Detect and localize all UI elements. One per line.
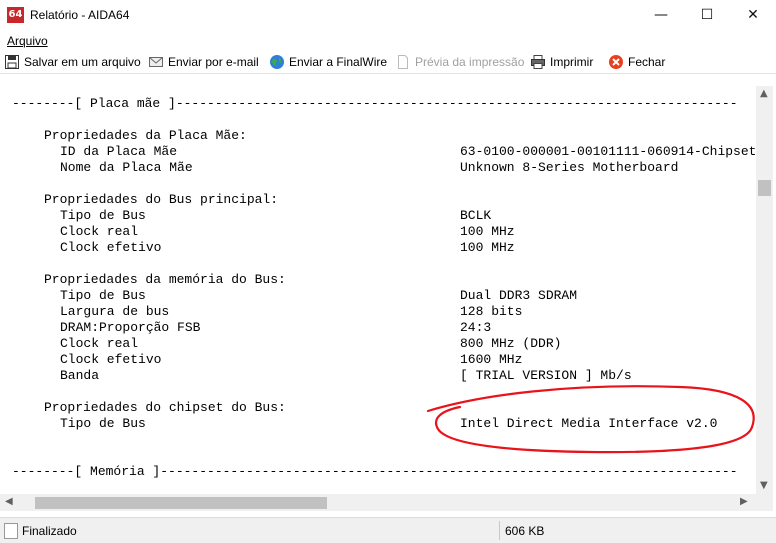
report-text-area[interactable]: --------[ Placa mãe ]-------------------…: [0, 86, 755, 494]
email-button[interactable]: Enviar por e-mail: [148, 53, 259, 71]
floppy-disk-icon: [4, 54, 20, 70]
section-header-memoria: --------[ Memória ]---------------------…: [12, 464, 738, 479]
vertical-scroll-thumb[interactable]: [758, 180, 771, 196]
report-size: 606 KB: [505, 524, 545, 538]
print-button-label: Imprimir: [550, 55, 594, 69]
row-label: Tipo de Bus: [60, 208, 146, 223]
row-label: Banda: [60, 368, 100, 383]
send-finalwire-button[interactable]: Enviar a FinalWire: [269, 53, 387, 71]
document-status-icon: [4, 523, 18, 539]
section-header-placa-mae: --------[ Placa mãe ]-------------------…: [12, 96, 738, 111]
scroll-left-arrow-icon[interactable]: ◀: [5, 496, 13, 507]
row-label: Clock real: [60, 336, 139, 351]
status-text: Finalizado: [22, 524, 77, 538]
fechar-button-label: Fechar: [628, 55, 666, 69]
row-value: 1600 MHz: [460, 352, 523, 367]
save-button-label: Salvar em um arquivo: [24, 55, 141, 69]
status-separator: [499, 521, 500, 540]
group-title-bus-principal: Propriedades do Bus principal:: [44, 192, 279, 207]
row-value: 100 MHz: [460, 224, 515, 239]
row-label: DRAM:Proporção FSB: [60, 320, 201, 335]
toolbar: Salvar em um arquivo Enviar por e-mail E…: [0, 51, 776, 74]
row-label: Nome da Placa Mãe: [60, 160, 193, 175]
scrollbar-corner: [756, 494, 773, 511]
minimize-button[interactable]: —: [638, 0, 684, 30]
fechar-button[interactable]: Fechar: [608, 53, 665, 71]
row-label: Clock efetivo: [60, 352, 162, 367]
vertical-scrollbar[interactable]: ▲ ▼: [756, 86, 773, 494]
window-title: Relatório - AIDA64: [30, 8, 130, 22]
page-icon: [395, 54, 411, 70]
menu-arquivo[interactable]: Arquivo: [7, 34, 48, 48]
row-value: 128 bits: [460, 304, 523, 319]
horizontal-scroll-thumb[interactable]: [35, 497, 327, 509]
row-label: Tipo de Bus: [60, 288, 146, 303]
row-value: 63-0100-000001-00101111-060914-Chipset: [460, 144, 755, 159]
group-title-memoria-bus: Propriedades da memória do Bus:: [44, 272, 286, 287]
row-label: Tipo de Bus: [60, 416, 146, 431]
save-button[interactable]: Salvar em um arquivo: [4, 53, 141, 71]
row-value: [ TRIAL VERSION ] Mb/s: [460, 368, 632, 383]
print-preview-label: Prévia da impressão: [415, 55, 525, 69]
scroll-up-arrow-icon[interactable]: ▲: [760, 88, 768, 99]
row-value: 800 MHz (DDR): [460, 336, 562, 351]
row-label: ID da Placa Mãe: [60, 144, 178, 159]
row-value-dmi: Intel Direct Media Interface v2.0: [460, 416, 718, 431]
title-bar: 64 Relatório - AIDA64 — ☐ ✕: [0, 0, 776, 30]
group-title-placa-mae: Propriedades da Placa Mãe:: [44, 128, 247, 143]
row-label: Clock real: [60, 224, 139, 239]
globe-icon: [269, 54, 285, 70]
row-value: 24:3: [460, 320, 492, 335]
group-title-chipset-bus: Propriedades do chipset do Bus:: [44, 400, 286, 415]
row-value: 100 MHz: [460, 240, 515, 255]
status-bar: Finalizado 606 KB: [0, 517, 776, 543]
send-finalwire-label: Enviar a FinalWire: [289, 55, 388, 69]
row-label: Largura de bus: [60, 304, 170, 319]
aida64-app-icon[interactable]: 64: [7, 7, 24, 23]
email-button-label: Enviar por e-mail: [168, 55, 259, 69]
row-label: Clock efetivo: [60, 240, 162, 255]
row-value: BCLK: [460, 208, 492, 223]
close-window-button[interactable]: ✕: [730, 0, 776, 30]
horizontal-scrollbar[interactable]: ◀ ▶: [0, 494, 756, 511]
scroll-down-arrow-icon[interactable]: ▼: [760, 480, 768, 491]
print-button[interactable]: Imprimir: [530, 53, 593, 71]
envelope-icon: [148, 54, 164, 70]
menu-bar: Arquivo: [0, 31, 776, 51]
row-value: Dual DDR3 SDRAM: [460, 288, 578, 303]
row-value: Unknown 8-Series Motherboard: [460, 160, 679, 175]
printer-icon: [530, 54, 546, 70]
scroll-right-arrow-icon[interactable]: ▶: [740, 496, 748, 507]
close-circle-icon: [608, 54, 624, 70]
print-preview-button[interactable]: Prévia da impressão: [395, 53, 524, 71]
maximize-button[interactable]: ☐: [684, 0, 730, 30]
